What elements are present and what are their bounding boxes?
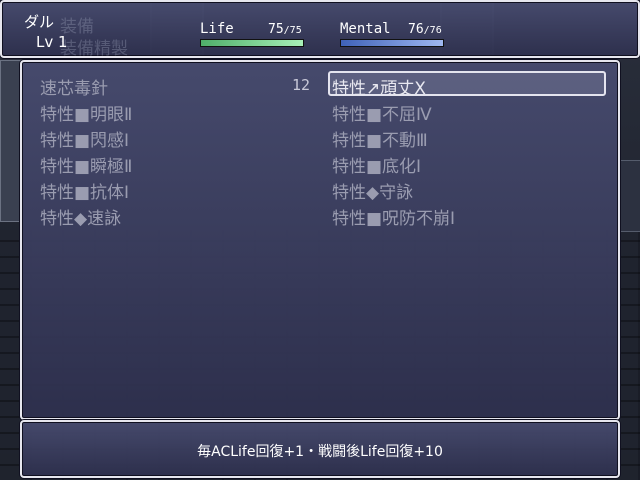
character-level: Lv 1: [36, 33, 68, 51]
help-description: 毎ACLife回復+1・戦闘後Life回復+10: [197, 444, 443, 460]
life-gauge-fill: [201, 40, 303, 46]
skill-item-left-2[interactable]: 特性■閃感Ⅰ: [40, 126, 129, 151]
mental-current: 76: [408, 22, 424, 37]
mental-value: 76/76: [408, 22, 442, 37]
skill-item-right-1[interactable]: 特性■不屈Ⅳ: [332, 100, 432, 125]
life-current: 75: [268, 22, 284, 37]
skill-item-right-3[interactable]: 特性■底化Ⅰ: [332, 152, 421, 177]
background-panel: [0, 60, 22, 222]
status-window: 装備 装備精製 ダル Lv 1 Life 75/75 Mental 76/76: [0, 0, 640, 59]
skill-item-right-4[interactable]: 特性◆守詠: [332, 178, 413, 203]
life-gauge: [200, 39, 304, 47]
skill-item-right-2[interactable]: 特性■不動Ⅲ: [332, 126, 428, 151]
help-window: 毎ACLife回復+1・戦闘後Life回復+10: [20, 420, 620, 478]
life-max: /75: [283, 25, 302, 36]
life-value: 75/75: [268, 22, 302, 37]
mental-label: Mental: [340, 21, 391, 37]
life-label: Life: [200, 21, 234, 37]
skill-item-left-0[interactable]: 速芯毒針: [40, 74, 108, 99]
skill-item-right-5[interactable]: 特性■呪防不崩Ⅰ: [332, 204, 455, 229]
skill-list-window: 速芯毒針 12 特性■明眼Ⅱ 特性■閃感Ⅰ 特性■瞬極Ⅱ 特性■抗体Ⅰ 特性◆速…: [20, 60, 620, 420]
mental-max: /76: [423, 25, 442, 36]
character-name: ダル: [24, 13, 55, 31]
skill-item-left-3[interactable]: 特性■瞬極Ⅱ: [40, 152, 132, 177]
mental-gauge-fill: [341, 40, 443, 46]
skill-item-count: 12: [292, 76, 311, 94]
skill-item-right-0-selected[interactable]: 特性↗頑丈Ⅹ: [332, 74, 426, 99]
skill-item-left-1[interactable]: 特性■明眼Ⅱ: [40, 100, 132, 125]
ghost-menu-item: 装備精製: [60, 39, 128, 59]
skill-item-left-5[interactable]: 特性◆速詠: [40, 204, 121, 229]
mental-gauge: [340, 39, 444, 47]
skill-item-left-4[interactable]: 特性■抗体Ⅰ: [40, 178, 129, 203]
background-panel: [620, 160, 640, 232]
